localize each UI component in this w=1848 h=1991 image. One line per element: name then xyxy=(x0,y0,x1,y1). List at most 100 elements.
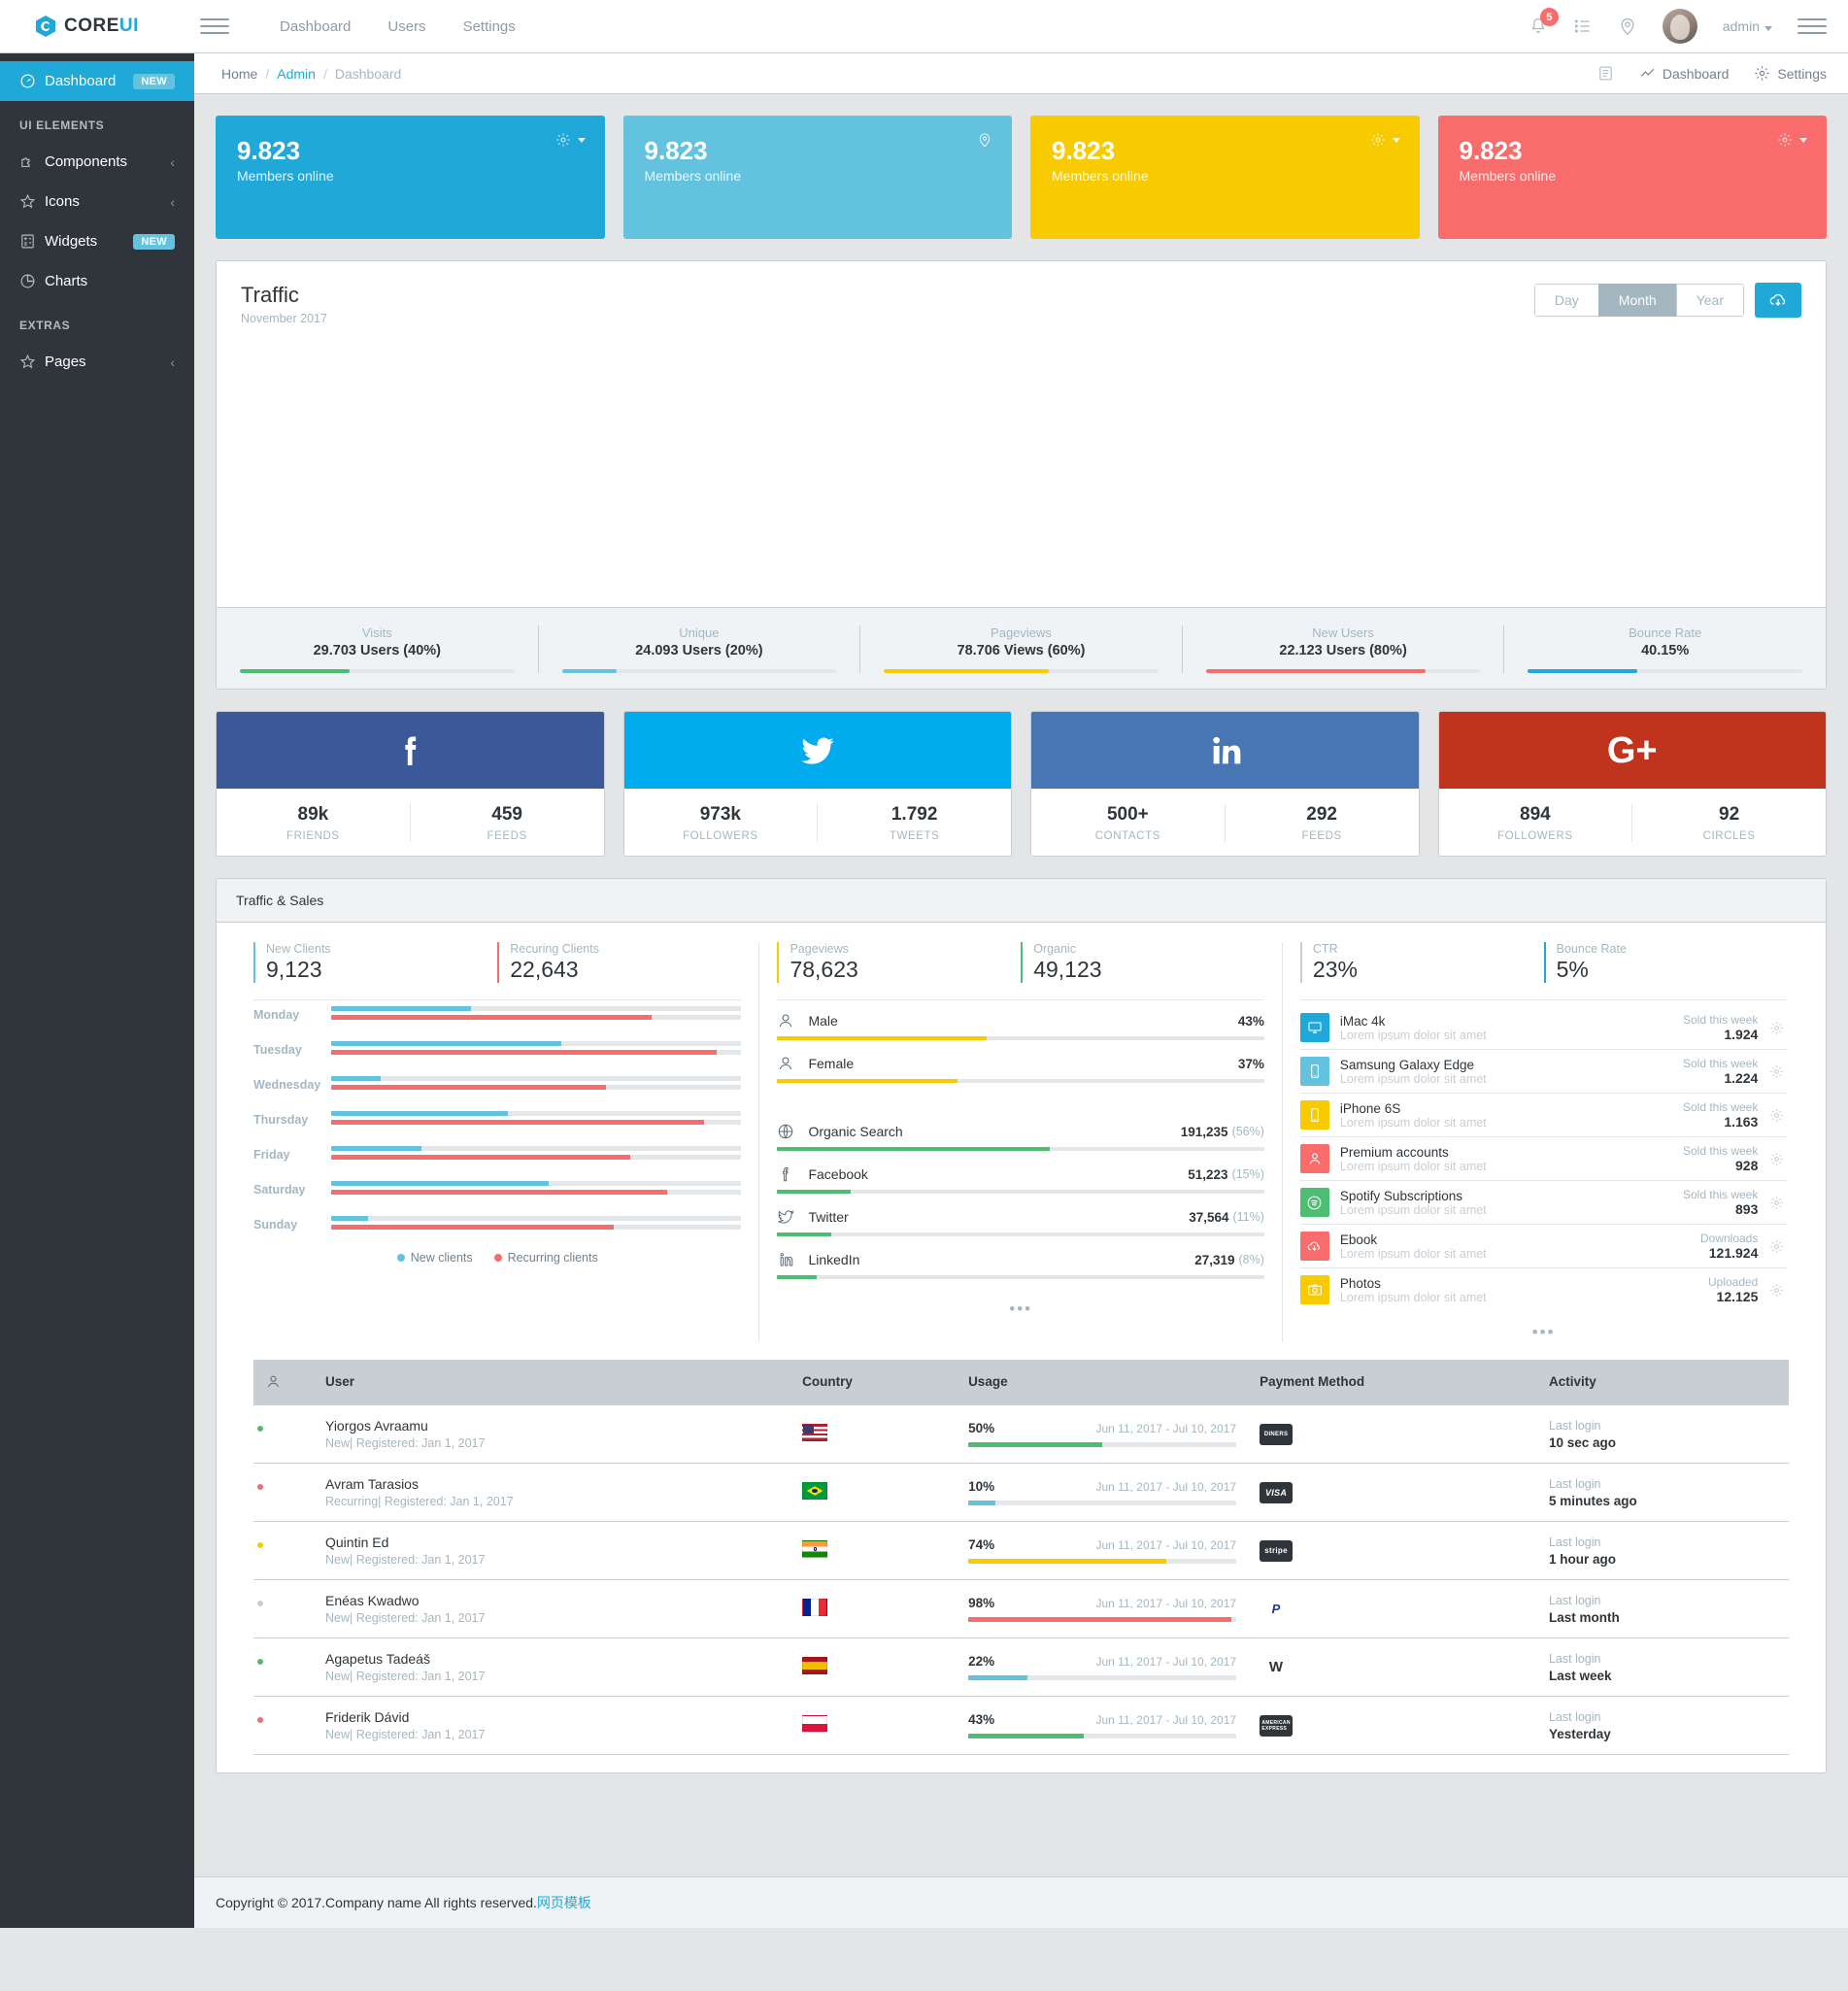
gear-icon[interactable] xyxy=(1769,1196,1787,1210)
source-percent: (11%) xyxy=(1232,1210,1264,1224)
star-icon xyxy=(19,193,45,210)
product-text: Ebook Lorem ipsum dolor sit amet xyxy=(1329,1232,1700,1261)
gear-icon[interactable] xyxy=(1769,1064,1787,1079)
kpi-label: New Clients xyxy=(266,942,331,956)
social-card-google-plus[interactable]: G+ 894 FOLLOWERS 92 CIRCLES xyxy=(1437,711,1827,857)
traffic-sales-column-products: CTR 23% Bounce Rate 5% iMac 4k Lorem ips… xyxy=(1281,942,1804,1342)
chevron-down-icon xyxy=(1764,26,1772,31)
cell-country xyxy=(790,1579,958,1638)
sidebar-item-widgets[interactable]: Widgets NEW xyxy=(0,221,194,261)
kpi-value: 5% xyxy=(1556,957,1589,982)
kpi-new-clients: New Clients 9,123 xyxy=(253,942,497,983)
cell-user: Quintin Ed New| Registered: Jan 1, 2017 xyxy=(314,1521,791,1580)
column-payment-method: Payment Method xyxy=(1248,1360,1537,1405)
sidebar-toggle-button[interactable] xyxy=(200,15,229,38)
gear-icon[interactable] xyxy=(1769,1152,1787,1166)
cell-avatar xyxy=(253,1521,314,1580)
download-button[interactable] xyxy=(1755,283,1801,318)
day-label: Wednesday xyxy=(253,1078,321,1092)
social-card-header xyxy=(1031,712,1419,789)
notification-badge: 5 xyxy=(1539,8,1559,26)
header-nav: Dashboard Users Settings xyxy=(280,18,516,35)
day-label: Sunday xyxy=(253,1218,298,1232)
table-row[interactable]: Quintin Ed New| Registered: Jan 1, 2017 … xyxy=(253,1521,1789,1580)
sidebar-item-pages[interactable]: Pages ‹ xyxy=(0,342,194,382)
stat-card-members-online-2[interactable]: 9.823 Members online xyxy=(622,116,1012,239)
cell-avatar xyxy=(253,1463,314,1522)
activity-value: Last week xyxy=(1548,1668,1612,1683)
table-row[interactable]: Avram Tarasios Recurring| Registered: Ja… xyxy=(253,1463,1789,1522)
traffic-sales-column-clients: New Clients 9,123 Recuring Clients 22,64… xyxy=(236,942,758,1342)
chevron-down-icon xyxy=(1392,137,1400,143)
table-row[interactable]: Agapetus Tadeáš New| Registered: Jan 1, … xyxy=(253,1637,1789,1697)
sidebar-item-components[interactable]: Components ‹ xyxy=(0,142,194,182)
card-tools[interactable] xyxy=(977,132,992,148)
gear-icon[interactable] xyxy=(1769,1108,1787,1123)
stat-cards-row: 9.823 Members online 9.823 Members onlin… xyxy=(216,116,1827,260)
social-card-facebook[interactable]: 89k FRIENDS 459 FEEDS xyxy=(216,711,605,857)
traffic-stat-pageviews: Pageviews 78.706 Views (60%) xyxy=(859,625,1182,673)
social-card-header xyxy=(623,712,1011,789)
user-menu[interactable]: admin xyxy=(1723,18,1772,34)
social-card-linkedin[interactable]: 500+ CONTACTS 292 FEEDS xyxy=(1030,711,1420,857)
traffic-title: Traffic xyxy=(241,283,299,307)
sidebar-item-dashboard[interactable]: Dashboard NEW xyxy=(0,61,194,101)
social-card-twitter[interactable]: 973k FOLLOWERS 1.792 TWEETS xyxy=(622,711,1012,857)
location-pin-icon[interactable] xyxy=(1618,17,1637,36)
aside-toggle-button[interactable] xyxy=(1798,15,1827,38)
social-cards-row: 89k FRIENDS 459 FEEDS 973k FOLLOWERS 1.7… xyxy=(216,711,1827,878)
gear-icon[interactable] xyxy=(1769,1021,1787,1035)
card-tools[interactable] xyxy=(1370,132,1400,148)
breadcrumb-home[interactable]: Home xyxy=(221,66,257,82)
card-tools[interactable] xyxy=(1777,132,1807,148)
stat-card-members-online-3[interactable]: 9.823 Members online xyxy=(1030,116,1420,239)
day-bars xyxy=(331,1076,742,1094)
table-row[interactable]: Friderik Dávid New| Registered: Jan 1, 2… xyxy=(253,1696,1789,1755)
source-value: 51,223 xyxy=(1188,1166,1228,1182)
footer-link[interactable]: 网页模板 xyxy=(537,1895,591,1910)
header-nav-users[interactable]: Users xyxy=(387,18,425,35)
sidebar-item-charts[interactable]: Charts xyxy=(0,261,194,301)
header-nav-settings[interactable]: Settings xyxy=(463,18,516,35)
products-more-button[interactable]: ••• xyxy=(1300,1311,1787,1342)
brand-logo-area[interactable]: COREUI xyxy=(0,15,194,38)
traffic-stat-label: Pageviews xyxy=(991,625,1052,640)
cell-country xyxy=(790,1637,958,1697)
range-button-month[interactable]: Month xyxy=(1597,284,1677,317)
gear-icon[interactable] xyxy=(1769,1239,1787,1254)
breadcrumb-admin[interactable]: Admin xyxy=(277,66,316,82)
product-meta: Downloads 121.924 xyxy=(1700,1232,1769,1261)
traffic-stat-unique: Unique 24.093 Users (20%) xyxy=(537,625,860,673)
card-tools[interactable] xyxy=(555,132,586,148)
sources-more-button[interactable]: ••• xyxy=(777,1288,1263,1319)
gear-icon[interactable] xyxy=(1769,1283,1787,1298)
product-description: Lorem ipsum dolor sit amet xyxy=(1339,1202,1487,1217)
task-list-icon[interactable] xyxy=(1573,17,1593,36)
stat-card-members-online-1[interactable]: 9.823 Members online xyxy=(216,116,605,239)
day-label: Saturday xyxy=(253,1183,306,1197)
breadcrumb-link-dashboard[interactable]: Dashboard xyxy=(1639,65,1729,82)
new-clients-bar xyxy=(331,1181,742,1186)
range-button-day[interactable]: Day xyxy=(1533,284,1599,317)
day-label: Tuesday xyxy=(253,1043,302,1057)
notes-icon[interactable] xyxy=(1597,65,1614,82)
location-pin-icon xyxy=(979,133,991,148)
day-row-friday: Friday xyxy=(253,1146,742,1164)
sidebar-item-icons[interactable]: Icons ‹ xyxy=(0,182,194,221)
gender-line: Female 37% xyxy=(777,1049,1264,1079)
stat-card-members-online-4[interactable]: 9.823 Members online xyxy=(1437,116,1827,239)
bell-icon[interactable]: 5 xyxy=(1529,8,1559,36)
table-row[interactable]: Enéas Kwadwo New| Registered: Jan 1, 201… xyxy=(253,1579,1789,1638)
table-row[interactable]: Yiorgos Avraamu New| Registered: Jan 1, … xyxy=(253,1404,1789,1464)
usage-top: 98% Jun 11, 2017 - Jul 10, 2017 xyxy=(968,1596,1236,1610)
day-bars xyxy=(331,1006,742,1024)
recurring-clients-bar xyxy=(331,1050,742,1055)
avatar[interactable] xyxy=(1662,9,1697,44)
kpi-label: Pageviews xyxy=(790,942,849,956)
visa-icon: VISA xyxy=(1260,1481,1294,1503)
social-stat: 92 CIRCLES xyxy=(1631,804,1826,842)
day-bars xyxy=(331,1181,742,1198)
range-button-year[interactable]: Year xyxy=(1675,284,1744,317)
breadcrumb-link-settings[interactable]: Settings xyxy=(1754,65,1827,82)
header-nav-dashboard[interactable]: Dashboard xyxy=(280,18,351,35)
